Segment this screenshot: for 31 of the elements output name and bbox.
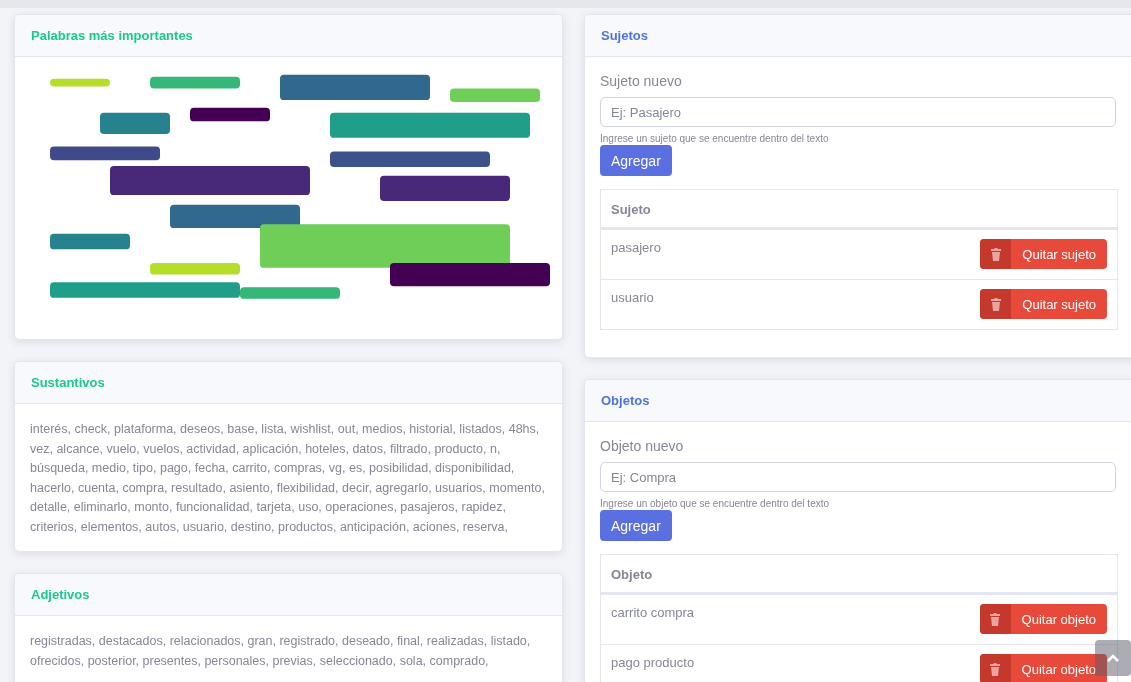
table-cell: carrito compra [611, 605, 695, 620]
input-field[interactable]: Ej: Pasajero [600, 97, 1116, 127]
add-button[interactable]: Agregar [600, 145, 672, 176]
remove-button[interactable]: Quitar sujeto [980, 289, 1107, 319]
card-title: Adjetivos [31, 587, 90, 602]
table-cell: pago producto [611, 655, 695, 670]
card-title: Palabras más importantes [31, 28, 193, 43]
remove-button[interactable]: Quitar objeto [979, 654, 1107, 682]
column-header: Sujeto [611, 202, 651, 217]
help-text: Ingrese un objeto que se encuentre dentro del texto [600, 498, 830, 509]
remove-button[interactable]: Quitar objeto [979, 604, 1107, 634]
trash-icon [989, 247, 1002, 261]
card-title: Sustantivos [31, 375, 105, 390]
add-button[interactable]: Agregar [600, 510, 672, 541]
help-text: Ingrese un sujeto que se encuentre dentro del texto [600, 133, 829, 144]
trash-icon [989, 662, 1002, 676]
card-title: Objetos [601, 393, 650, 408]
column-header: Objeto [611, 567, 653, 582]
chevron-up-icon [1107, 654, 1119, 662]
table-cell: usuario [611, 290, 654, 305]
field-label: Sujeto nuevo [600, 73, 682, 89]
scroll-top-button[interactable] [1095, 640, 1131, 676]
word-list: registradas, destacados, relacionados, gran, registrado, deseado, final, realizadas, listado, ofrecidos, posterior, presentes, personales, previas, seleccionado, sola, comprado, [30, 632, 547, 671]
remove-button[interactable]: Quitar sujeto [980, 239, 1107, 269]
table-cell: pasajero [611, 240, 661, 255]
input-field[interactable]: Ej: Compra [600, 462, 1116, 492]
word-list: interés, check, plataforma, deseos, base, lista, wishlist, out, medios, historial, listados, 48hs, vez, alcance, vuelo, vuelos, actividad, aplicación, hoteles, datos, filtrado, producto, n, búsqueda, medio, tipo, pago, fecha, carrito, compras, vg, es, posibilidad, disponibilidad, hacerlo, cuenta, compra, resultado, asiento, flexibilidad, decir, agregarlo, usuarios, momento, detalle, eliminarlo, monto, funcionalidad, tarjeta, uso, operaciones, pasajeros, rapidez, criterios, elementos, autos, usuario, destino, productos, anticipación, aciones, reserva, [30, 420, 547, 537]
trash-icon [989, 297, 1002, 311]
trash-icon [989, 612, 1002, 626]
card-title: Sujetos [601, 28, 648, 43]
field-label: Objeto nuevo [600, 438, 684, 454]
